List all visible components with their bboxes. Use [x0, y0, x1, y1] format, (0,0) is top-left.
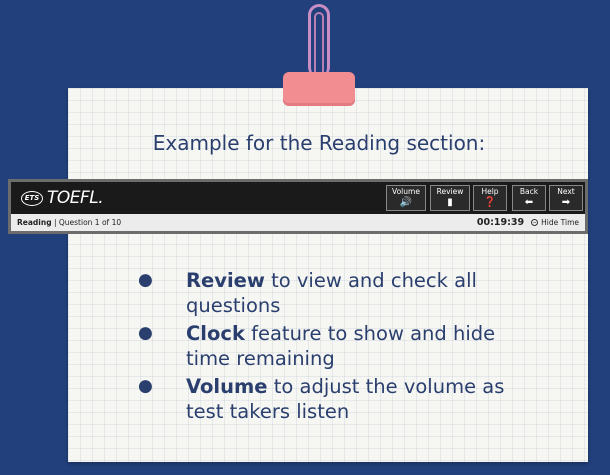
hide-time-label: Hide Time — [541, 218, 579, 227]
ets-logo-mark: ETS — [21, 190, 43, 206]
back-button[interactable]: Back ⬅ — [512, 185, 546, 211]
question-counter: Question 1 of 10 — [58, 218, 122, 227]
list-item: ● Clock feature to show and hide time re… — [138, 321, 538, 371]
arrow-right-icon: ➡ — [561, 197, 571, 208]
toolbar-status-bar: Reading | Question 1 of 10 00:19:39 – Hi… — [11, 214, 585, 231]
question-icon: ❓ — [483, 197, 497, 208]
arrow-left-icon: ⬅ — [524, 197, 534, 208]
help-button[interactable]: Help ❓ — [473, 185, 507, 211]
timer-area: 00:19:39 – Hide Time — [477, 217, 579, 228]
minus-circle-icon: – — [531, 218, 539, 226]
toolbar-top-bar: ETS TOEFL. Volume 🔊 Review ▮ Help ❓ Back… — [11, 182, 585, 214]
list-item: ● Volume to adjust the volume as test ta… — [138, 374, 538, 424]
section-name: Reading — [17, 218, 52, 227]
list-item-bold: Clock — [186, 322, 245, 345]
next-button[interactable]: Next ➡ — [549, 185, 583, 211]
speaker-icon: 🔊 — [399, 197, 413, 208]
status-separator: | — [51, 218, 59, 227]
feature-list: ● Review to view and check all questions… — [138, 268, 538, 424]
list-item-bold: Review — [186, 269, 265, 292]
paper-clip-wire-inner — [314, 12, 324, 78]
bookmark-icon: ▮ — [447, 197, 453, 208]
bullet-icon: ● — [138, 376, 153, 396]
volume-button[interactable]: Volume 🔊 — [386, 185, 426, 211]
list-item-bold: Volume — [186, 375, 268, 398]
question-status: Reading | Question 1 of 10 — [17, 218, 121, 227]
bullet-icon: ● — [138, 323, 153, 343]
page-heading: Example for the Reading section: — [152, 131, 486, 155]
countdown-timer: 00:19:39 — [476, 217, 525, 228]
hide-time-toggle[interactable]: – Hide Time — [531, 218, 579, 227]
bullet-icon: ● — [138, 270, 153, 290]
toefl-wordmark: TOEFL. — [47, 188, 104, 208]
paper-clip-base — [283, 72, 355, 106]
toefl-toolbar: ETS TOEFL. Volume 🔊 Review ▮ Help ❓ Back… — [8, 179, 588, 234]
toefl-logo: ETS TOEFL. — [21, 188, 104, 208]
list-item: ● Review to view and check all questions — [138, 268, 538, 318]
review-button[interactable]: Review ▮ — [430, 185, 470, 211]
